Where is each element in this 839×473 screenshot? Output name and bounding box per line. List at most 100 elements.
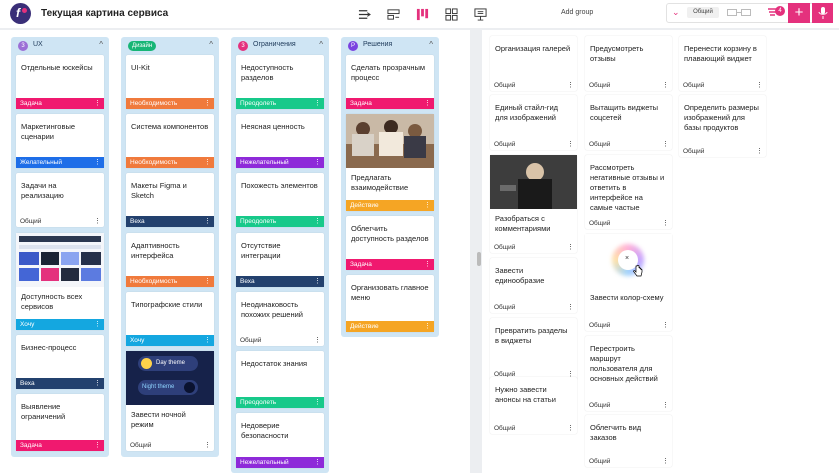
meme-photo-thumbnail — [490, 155, 577, 209]
card-marketing-scenarios[interactable]: Маркетинговые сценарии Желательный ⋮ — [16, 114, 104, 168]
card-menu-icon[interactable]: ⋮ — [662, 320, 669, 331]
card-business-process[interactable]: Бизнес-процесс Веха ⋮ — [16, 335, 104, 389]
card-menu-icon[interactable]: ⋮ — [662, 400, 669, 411]
card-transparent-process[interactable]: Сделать прозрачным процесс Задача ⋮ — [346, 55, 434, 109]
collapse-caret-icon[interactable]: ^ — [99, 40, 103, 49]
card-floating-cart[interactable]: Перенести корзину в плавающий виджет Общ… — [679, 36, 766, 91]
card-title: Отсутствие интеграции — [241, 241, 281, 260]
collapse-caret-icon[interactable]: ^ — [429, 40, 433, 49]
ungrouped-cards-area: Организация галерей Общий ⋮ Единый стайл-… — [482, 30, 839, 473]
card-menu-icon[interactable]: ⋮ — [424, 200, 431, 211]
card-tasks-impl[interactable]: Задачи на реализацию Общий ⋮ — [16, 173, 104, 227]
card-night-mode[interactable]: Day theme Night theme Завести ночной реж… — [126, 351, 214, 451]
layout-toggle-icon[interactable] — [727, 7, 757, 18]
card-menu-icon[interactable]: ⋮ — [204, 98, 211, 109]
card-unclear-value[interactable]: Неясная ценность Нежелательный ⋮ — [236, 114, 324, 168]
card-list-view-icon[interactable] — [387, 8, 400, 21]
card-comments[interactable]: Разобраться с комментариями Общий ⋮ — [490, 155, 577, 253]
card-lack-knowledge[interactable]: Недостаток знания Преодолеть ⋮ — [236, 351, 324, 408]
card-menu-icon[interactable]: ⋮ — [314, 157, 321, 168]
column-count-badge: Р — [348, 41, 358, 51]
card-menu-icon[interactable]: ⋮ — [567, 423, 574, 434]
card-menu-icon[interactable]: ⋮ — [94, 157, 101, 168]
card-menu-icon[interactable]: ⋮ — [567, 139, 574, 150]
card-menu-icon[interactable]: ⋮ — [424, 98, 431, 109]
card-menu-icon[interactable]: ⋮ — [756, 80, 763, 91]
card-menu-icon[interactable]: ⋮ — [567, 80, 574, 91]
chevron-down-icon[interactable]: ⌄ — [672, 7, 680, 18]
card-element-similarity[interactable]: Похожесть элементов Преодолеть ⋮ — [236, 173, 324, 227]
card-menu-icon[interactable]: ⋮ — [662, 139, 669, 150]
card-menu-icon[interactable]: ⋮ — [204, 216, 211, 227]
card-no-integration[interactable]: Отсутствие интеграции Веха ⋮ — [236, 233, 324, 287]
card-negative-reviews[interactable]: Рассмотреть негативные отзывы и ответить… — [585, 155, 672, 229]
hand-cursor-icon — [633, 265, 643, 277]
card-security-distrust[interactable]: Недоверие безопасности Нежелательный ⋮ — [236, 413, 324, 468]
card-user-route[interactable]: Перестроить маршрут пользователя для осн… — [585, 336, 672, 411]
kanban-view-icon[interactable] — [416, 8, 429, 21]
filter-icon[interactable]: 4 — [767, 6, 785, 19]
card-menu-icon[interactable]: ⋮ — [662, 456, 669, 467]
card-menu-icon[interactable]: ⋮ — [314, 457, 321, 468]
card-menu-icon[interactable]: ⋮ — [567, 242, 574, 253]
card-uniformity[interactable]: Завести единообразие Общий ⋮ — [490, 258, 577, 313]
card-menu-icon[interactable]: ⋮ — [662, 80, 669, 91]
card-sections-unavailable[interactable]: Недоступность разделов Преодолеть ⋮ — [236, 55, 324, 109]
card-menu-icon[interactable]: ⋮ — [314, 98, 321, 109]
card-image-style-guide[interactable]: Единый стайл-гид для изображений Общий ⋮ — [490, 95, 577, 150]
card-identify-limits[interactable]: Выявление ограничений Задача ⋮ — [16, 394, 104, 451]
grid-view-icon[interactable] — [445, 8, 458, 21]
card-menu-icon[interactable]: ⋮ — [314, 216, 321, 227]
card-galleries[interactable]: Организация галерей Общий ⋮ — [490, 36, 577, 91]
card-menu-icon[interactable]: ⋮ — [314, 335, 321, 346]
card-menu-icon[interactable]: ⋮ — [567, 302, 574, 313]
resize-handle[interactable] — [477, 252, 481, 266]
card-component-system[interactable]: Система компонентов Необходимость ⋮ — [126, 114, 214, 168]
card-title: Типографские стили — [131, 300, 203, 309]
card-menu-icon[interactable]: ⋮ — [204, 157, 211, 168]
presentation-view-icon[interactable] — [474, 8, 487, 21]
card-menu-icon[interactable]: ⋮ — [314, 276, 321, 287]
collapse-caret-icon[interactable]: ^ — [209, 40, 213, 49]
card-menu-icon[interactable]: ⋮ — [424, 259, 431, 270]
card-services-availability[interactable]: Доступность всех сервисов Хочу ⋮ — [16, 233, 104, 330]
card-orders-view[interactable]: Облегчить вид заказов Общий ⋮ — [585, 415, 672, 467]
card-menu-icon[interactable]: ⋮ — [204, 440, 211, 451]
card-reviews[interactable]: Предусмотреть отзывы Общий ⋮ — [585, 36, 672, 91]
microphone-button[interactable] — [812, 3, 833, 23]
card-menu-icon[interactable]: ⋮ — [94, 319, 101, 330]
card-adaptive[interactable]: Адаптивность интерфейса Необходимость ⋮ — [126, 233, 214, 287]
card-menu-icon[interactable]: ⋮ — [204, 335, 211, 346]
card-offer-interaction[interactable]: Предлагать взаимодействие Действие ⋮ — [346, 114, 434, 211]
color-wheel-thumbnail: × — [585, 234, 672, 288]
card-typography[interactable]: Типографские стили Хочу ⋮ — [126, 292, 214, 346]
add-group-button[interactable]: Add group — [561, 9, 593, 16]
card-title: Предусмотреть отзывы — [590, 44, 644, 63]
card-ui-kit[interactable]: UI-Kit Необходимость ⋮ — [126, 55, 214, 109]
card-menu-icon[interactable]: ⋮ — [94, 216, 101, 227]
add-card-button[interactable]: + — [788, 3, 810, 23]
card-image-sizes[interactable]: Определить размеры изображений для базы … — [679, 95, 766, 157]
card-social-widgets[interactable]: Вытащить виджеты соцсетей Общий ⋮ — [585, 95, 672, 150]
card-main-menu[interactable]: Организовать главное меню Действие ⋮ — [346, 275, 434, 332]
card-menu-icon[interactable]: ⋮ — [94, 98, 101, 109]
card-article-announcements[interactable]: Нужно завести анонсы на статьи Общий ⋮ — [490, 377, 577, 434]
card-menu-icon[interactable]: ⋮ — [662, 218, 669, 229]
card-menu-icon[interactable]: ⋮ — [314, 397, 321, 408]
swimlane-view-icon[interactable] — [358, 8, 371, 21]
card-menu-icon[interactable]: ⋮ — [204, 276, 211, 287]
card-sections-widgets[interactable]: Превратить разделы в виджеты Общий ⋮ — [490, 318, 577, 380]
card-color-scheme[interactable]: × Завести колор-схему Общий ⋮ — [585, 234, 672, 331]
card-figma-sketch[interactable]: Макеты Figma и Sketch Веха ⋮ — [126, 173, 214, 227]
app-logo[interactable]: f — [10, 3, 31, 24]
card-inconsistent-solutions[interactable]: Неодинаковость похожих решений Общий ⋮ — [236, 292, 324, 346]
card-menu-icon[interactable]: ⋮ — [94, 378, 101, 389]
card-ease-access[interactable]: Облегчить доступность разделов Задача ⋮ — [346, 216, 434, 270]
card-menu-icon[interactable]: ⋮ — [94, 440, 101, 451]
tag-preodolet: Преодолеть ⋮ — [236, 397, 324, 408]
card-separate-usecases[interactable]: Отдельные юскейсы Задача ⋮ — [16, 55, 104, 109]
mode-select[interactable]: Общий — [687, 7, 719, 18]
collapse-caret-icon[interactable]: ^ — [319, 40, 323, 49]
card-menu-icon[interactable]: ⋮ — [424, 321, 431, 332]
card-menu-icon[interactable]: ⋮ — [756, 146, 763, 157]
